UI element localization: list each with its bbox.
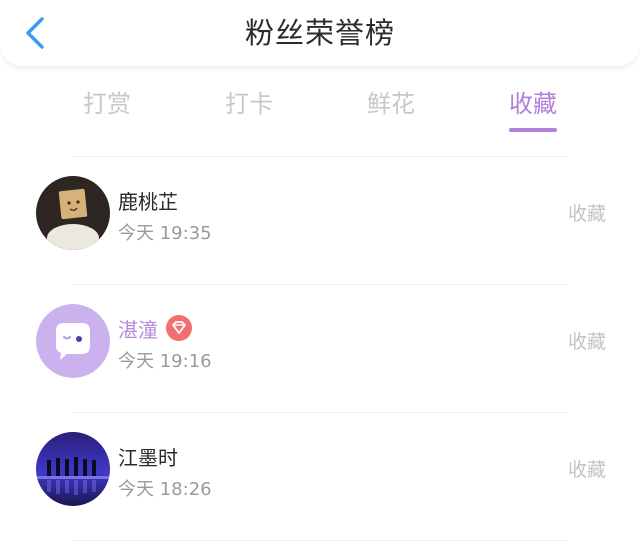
chat-bubble-avatar-icon (36, 304, 110, 378)
list-item[interactable]: 湛潼 今天 19:16 收藏 (0, 285, 640, 413)
avatar[interactable] (36, 304, 110, 378)
tab-flowers[interactable]: 鲜花 (321, 86, 461, 122)
avatar[interactable] (36, 176, 110, 250)
avatar[interactable] (36, 432, 110, 506)
concert-stage-avatar-icon (36, 432, 110, 506)
list-item[interactable]: 江墨时 今天 18:26 收藏 (0, 413, 640, 541)
tab-bar: 打赏 打卡 鲜花 收藏 (37, 86, 603, 136)
title-bar: 粉丝荣誉榜 (0, 0, 640, 66)
action-label: 收藏 (567, 331, 606, 353)
diamond-icon (172, 321, 186, 334)
tab-checkin[interactable]: 打卡 (179, 86, 319, 122)
tab-tip[interactable]: 打赏 (37, 86, 177, 122)
tab-label: 收藏 (509, 90, 557, 118)
page-title: 粉丝荣誉榜 (244, 16, 395, 50)
tab-underline (509, 128, 557, 132)
name-line: 江墨时 (118, 441, 178, 471)
divider (72, 540, 568, 541)
timestamp: 今天 18:26 (118, 479, 212, 500)
user-name[interactable]: 鹿桃芷 (118, 186, 178, 215)
user-name[interactable]: 湛潼 (118, 314, 158, 343)
list-item[interactable]: 鹿桃芷 今天 19:35 收藏 (0, 157, 640, 285)
vip-badge (166, 315, 192, 341)
name-line: 湛潼 (118, 313, 192, 343)
name-line: 鹿桃芷 (118, 185, 178, 215)
timestamp: 今天 19:35 (118, 223, 212, 244)
tab-favorites[interactable]: 收藏 (463, 86, 603, 132)
action-label: 收藏 (567, 203, 606, 225)
box-head-plush-avatar-icon (36, 176, 110, 250)
user-name[interactable]: 江墨时 (118, 442, 178, 471)
tab-label: 打卡 (225, 90, 273, 118)
tab-label: 打赏 (83, 90, 131, 118)
action-label: 收藏 (567, 459, 606, 481)
timestamp: 今天 19:16 (118, 351, 212, 372)
tab-label: 鲜花 (367, 90, 415, 118)
